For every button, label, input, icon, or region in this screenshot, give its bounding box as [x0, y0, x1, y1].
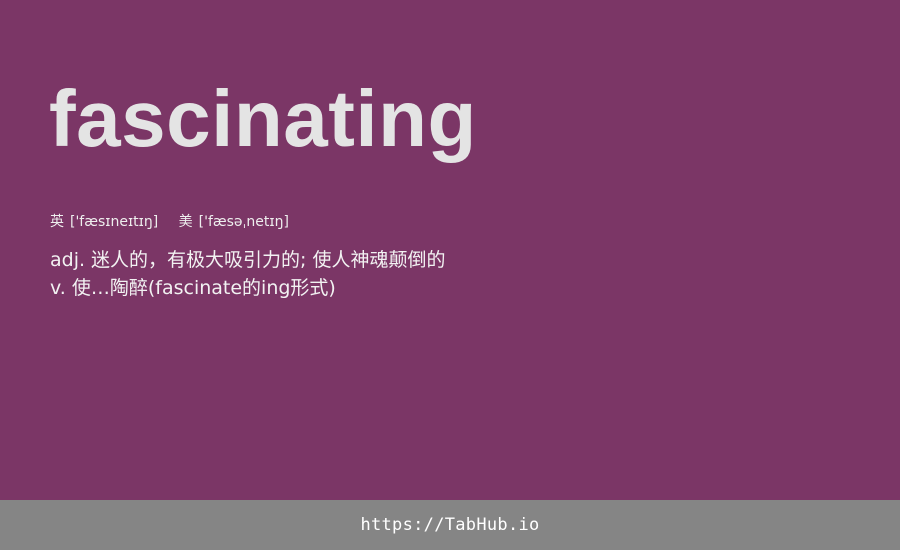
region-label-us: 美	[178, 214, 193, 230]
phonetic-us: 美 ['fæsəˌnetɪŋ]	[179, 214, 289, 230]
tabhub-link[interactable]: https://TabHub.io	[360, 515, 539, 535]
footer-bar: https://TabHub.io	[0, 500, 900, 550]
ipa-us: ['fæsəˌnetɪŋ]	[198, 214, 289, 230]
definition-verb: v. 使…陶醉(fascinate的ing形式)	[50, 277, 336, 299]
definition-adjective: adj. 迷人的，有极大吸引力的; 使人神魂颠倒的	[50, 249, 446, 271]
phonetics-row: 英 ['fæsɪneɪtɪŋ] 美 ['fæsəˌnetɪŋ]	[50, 212, 289, 232]
ipa-uk: ['fæsɪneɪtɪŋ]	[70, 214, 159, 230]
definitions-list: adj. 迷人的，有极大吸引力的; 使人神魂颠倒的 v. 使…陶醉(fascin…	[50, 246, 446, 302]
word-card: fascinating 英 ['fæsɪneɪtɪŋ] 美 ['fæsəˌnetɪŋ…	[0, 0, 900, 500]
headword: fascinating	[49, 74, 477, 163]
region-label-uk: 英	[50, 214, 64, 230]
phonetic-uk: 英 ['fæsɪneɪtɪŋ]	[50, 214, 163, 230]
